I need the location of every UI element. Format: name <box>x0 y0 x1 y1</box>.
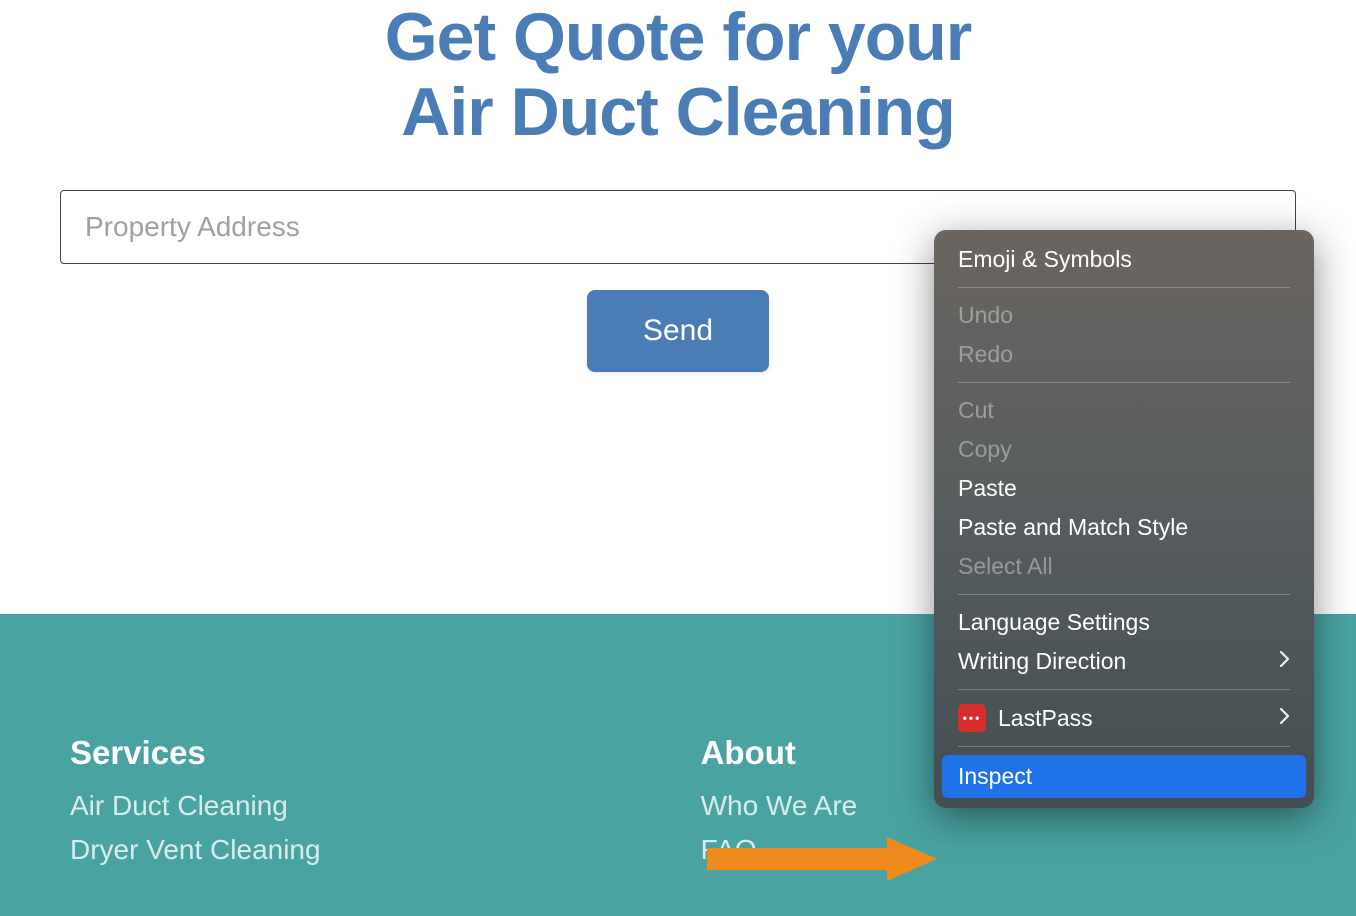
ctx-copy[interactable]: Copy <box>934 430 1314 469</box>
ctx-separator <box>958 689 1290 690</box>
ctx-paste-match[interactable]: Paste and Match Style <box>934 508 1314 547</box>
ctx-writing-direction[interactable]: Writing Direction <box>934 642 1314 681</box>
hero-heading: Get Quote for your Air Duct Cleaning <box>0 0 1356 150</box>
ctx-language-settings[interactable]: Language Settings <box>934 603 1314 642</box>
ctx-separator <box>958 287 1290 288</box>
ctx-emoji-label: Emoji & Symbols <box>958 246 1132 273</box>
footer-link-dryer-vent[interactable]: Dryer Vent Cleaning <box>70 834 321 866</box>
footer-link-who-we-are[interactable]: Who We Are <box>701 790 858 822</box>
ctx-redo[interactable]: Redo <box>934 335 1314 374</box>
lastpass-icon: ••• <box>958 704 986 732</box>
footer-services-heading: Services <box>70 734 321 772</box>
ctx-cut[interactable]: Cut <box>934 391 1314 430</box>
ctx-redo-label: Redo <box>958 341 1013 368</box>
ctx-select-all-label: Select All <box>958 553 1053 580</box>
ctx-language-label: Language Settings <box>958 609 1150 636</box>
ctx-inspect[interactable]: Inspect <box>942 755 1306 798</box>
ctx-copy-label: Copy <box>958 436 1012 463</box>
ctx-undo[interactable]: Undo <box>934 296 1314 335</box>
footer-services-column: Services Air Duct Cleaning Dryer Vent Cl… <box>70 734 321 916</box>
ctx-select-all[interactable]: Select All <box>934 547 1314 586</box>
chevron-right-icon <box>1280 650 1290 673</box>
ctx-inspect-label: Inspect <box>958 763 1032 790</box>
ctx-lastpass-label: LastPass <box>998 705 1093 732</box>
footer-link-faq[interactable]: FAQ <box>701 834 858 866</box>
ctx-paste-label: Paste <box>958 475 1017 502</box>
send-button[interactable]: Send <box>587 290 769 372</box>
ctx-writing-dir-label: Writing Direction <box>958 648 1126 675</box>
ctx-cut-label: Cut <box>958 397 994 424</box>
footer-about-heading: About <box>701 734 858 772</box>
ctx-paste-match-label: Paste and Match Style <box>958 514 1188 541</box>
ctx-separator <box>958 746 1290 747</box>
ctx-lastpass[interactable]: ••• LastPass <box>934 698 1314 738</box>
hero-title-line2: Air Duct Cleaning <box>401 74 955 150</box>
ctx-separator <box>958 382 1290 383</box>
ctx-undo-label: Undo <box>958 302 1013 329</box>
ctx-paste[interactable]: Paste <box>934 469 1314 508</box>
ctx-emoji-symbols[interactable]: Emoji & Symbols <box>934 240 1314 279</box>
ctx-separator <box>958 594 1290 595</box>
hero-title-line1: Get Quote for your <box>385 0 971 75</box>
footer-link-air-duct[interactable]: Air Duct Cleaning <box>70 790 321 822</box>
context-menu: Emoji & Symbols Undo Redo Cut Copy Paste… <box>934 230 1314 808</box>
footer-about-column: About Who We Are FAQ <box>701 734 858 916</box>
chevron-right-icon <box>1280 707 1290 730</box>
